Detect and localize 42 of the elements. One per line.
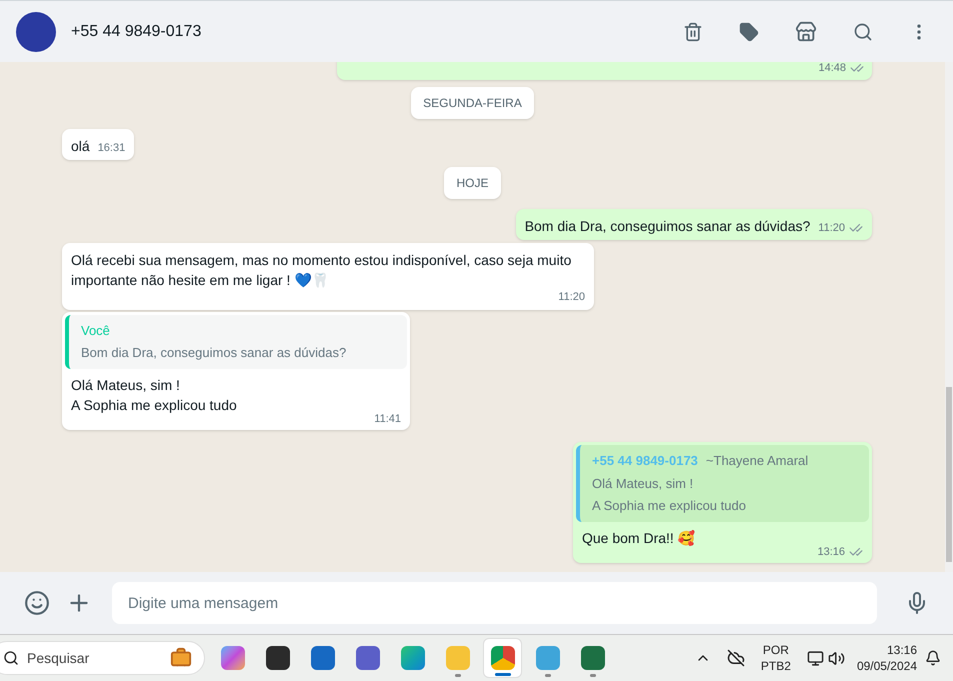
quote-author: Você xyxy=(81,322,110,340)
taskbar-search[interactable]: Pesquisar xyxy=(0,641,205,675)
quote-text: A Sophia me explicou tudo xyxy=(592,497,747,515)
message-time: 14:48 xyxy=(818,62,846,76)
quote-author: +55 44 9849-0173 xyxy=(592,452,698,470)
avatar[interactable] xyxy=(16,12,56,52)
briefcase-icon xyxy=(170,647,192,669)
double-check-icon xyxy=(850,62,864,75)
date-chip: SEGUNDA-FEIRA xyxy=(411,87,534,119)
message-text: olá xyxy=(71,137,90,156)
emoji-icon[interactable] xyxy=(24,590,50,616)
notification-icon[interactable] xyxy=(925,650,941,666)
message-text: Olá recebi sua mensagem, mas no momento estou indisponível, caso seja muito importante não hesite em me ligar ! 💙🦷 xyxy=(71,251,572,290)
message-text: Que bom Dra!! 🥰 xyxy=(582,528,696,548)
date-chip: HOJE xyxy=(444,167,500,199)
tag-icon[interactable] xyxy=(739,22,759,42)
message-text: Bom dia Dra, conseguimos sanar as dúvidas? xyxy=(524,217,810,236)
search-icon[interactable] xyxy=(853,22,873,42)
scrollbar[interactable] xyxy=(945,62,953,572)
quote-text: Bom dia Dra, conseguimos sanar as dúvidas? xyxy=(81,344,348,362)
delete-icon[interactable] xyxy=(683,22,703,42)
message-time: 11:20 xyxy=(818,220,845,236)
volume-icon[interactable] xyxy=(828,650,845,666)
contact-name[interactable]: +55 44 9849-0173 xyxy=(71,20,202,44)
message-time: 11:20 xyxy=(558,290,585,305)
quote-text: Olá Mateus, sim ! xyxy=(592,474,694,492)
clock[interactable]: 13:16 09/05/2024 xyxy=(856,642,917,674)
quote-alias: ~Thayene Amaral xyxy=(706,452,808,470)
cloud-off-icon[interactable] xyxy=(726,649,745,667)
message-time: 11:41 xyxy=(374,412,401,426)
message-text: Olá Mateus, sim ! xyxy=(71,376,181,394)
quoted-message[interactable]: Você Bom dia Dra, conseguimos sanar as dúvidas? xyxy=(65,314,407,368)
network-icon[interactable] xyxy=(806,650,824,666)
message-time: 13:16 xyxy=(817,544,845,560)
search-input[interactable]: Pesquisar xyxy=(27,648,147,668)
message-text: A Sophia me explicou tudo xyxy=(71,396,238,414)
message-time: 16:31 xyxy=(98,140,126,156)
message-input[interactable]: Digite uma mensagem xyxy=(112,582,877,624)
quoted-message[interactable]: +55 44 9849-0173 ~Thayene Amaral Olá Mateus, sim ! A Sophia me explicou tudo xyxy=(576,445,869,522)
taskbar-app[interactable] xyxy=(483,638,522,678)
search-icon xyxy=(3,650,19,666)
language-indicator[interactable]: POR PTB2 xyxy=(760,642,791,674)
